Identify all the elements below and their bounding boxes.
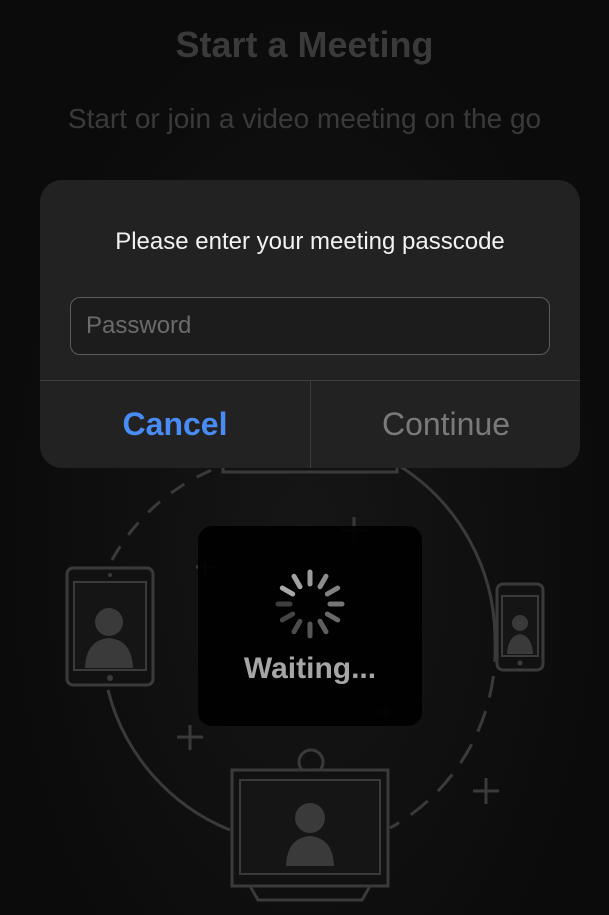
- waiting-label: Waiting...: [243, 652, 377, 685]
- passcode-dialog: Please enter your meeting passcode Cance…: [40, 180, 580, 468]
- continue-button[interactable]: Continue: [311, 381, 580, 468]
- phone-icon: [495, 582, 545, 672]
- dialog-message: Please enter your meeting passcode: [115, 228, 505, 255]
- cancel-button[interactable]: Cancel: [40, 381, 310, 468]
- password-input[interactable]: [70, 297, 550, 355]
- waiting-hud: Waiting...: [198, 526, 422, 726]
- tablet-icon: [65, 566, 155, 687]
- spinner-icon: [275, 569, 345, 639]
